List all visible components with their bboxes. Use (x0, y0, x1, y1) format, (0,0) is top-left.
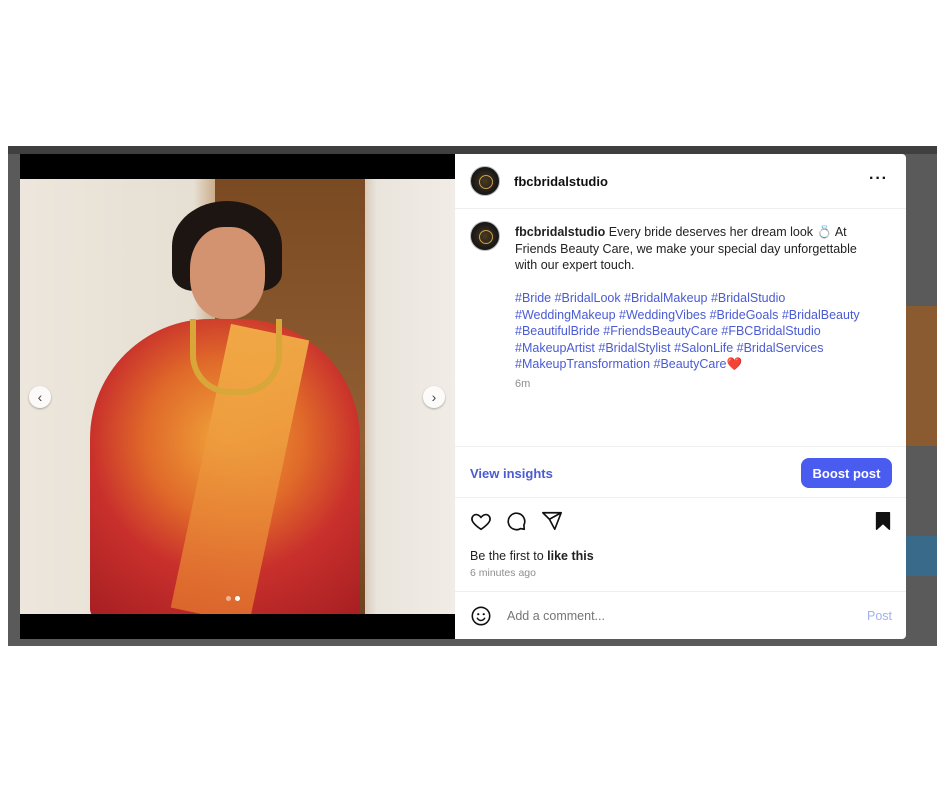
carousel-dot (226, 596, 231, 601)
emoji-icon[interactable] (470, 605, 492, 627)
comment-input[interactable] (505, 608, 809, 624)
post-hashtags[interactable]: #Bride #BridalLook #BridalMakeup #Bridal… (515, 290, 875, 373)
backdrop-thumbnail (906, 536, 937, 576)
share-icon[interactable] (541, 510, 563, 532)
like-this-link[interactable]: like this (547, 549, 594, 563)
header-username[interactable]: fbcbridalstudio (514, 174, 608, 189)
likes-text: Be the first to like this (470, 549, 594, 563)
post-comment-button[interactable]: Post (867, 609, 892, 623)
boost-post-button[interactable]: Boost post (801, 458, 892, 488)
post-timestamp: 6m (515, 378, 531, 390)
post-details-panel: fbcbridalstudio ··· fbcbridalstudio Ever… (455, 154, 906, 639)
more-options-icon[interactable]: ··· (869, 170, 888, 188)
posted-time: 6 minutes ago (470, 567, 536, 579)
bookmark-icon[interactable] (872, 510, 894, 532)
post-media: ‹ › (20, 154, 455, 639)
heart-icon[interactable] (470, 510, 492, 532)
post-header: fbcbridalstudio ··· (455, 154, 906, 209)
post-caption: fbcbridalstudio Every bride deserves her… (515, 224, 875, 274)
carousel-dot-active (235, 596, 240, 601)
avatar[interactable] (470, 166, 500, 196)
photo-face (190, 227, 265, 319)
carousel-dots (226, 596, 240, 601)
view-insights-link[interactable]: View insights (470, 466, 553, 481)
caption-avatar[interactable] (470, 221, 500, 251)
chevron-left-icon: ‹ (37, 389, 43, 405)
comment-icon[interactable] (505, 510, 527, 532)
backdrop-strip (8, 146, 937, 154)
carousel-prev-button[interactable]: ‹ (29, 386, 51, 408)
divider (455, 591, 906, 592)
caption-username[interactable]: fbcbridalstudio (515, 225, 605, 239)
backdrop-thumbnail (906, 306, 937, 446)
divider (455, 446, 906, 447)
chevron-right-icon: › (431, 389, 437, 405)
divider (455, 497, 906, 498)
carousel-next-button[interactable]: › (423, 386, 445, 408)
photo-necklace (190, 319, 282, 395)
post-photo (20, 179, 455, 614)
likes-prefix: Be the first to (470, 549, 548, 563)
